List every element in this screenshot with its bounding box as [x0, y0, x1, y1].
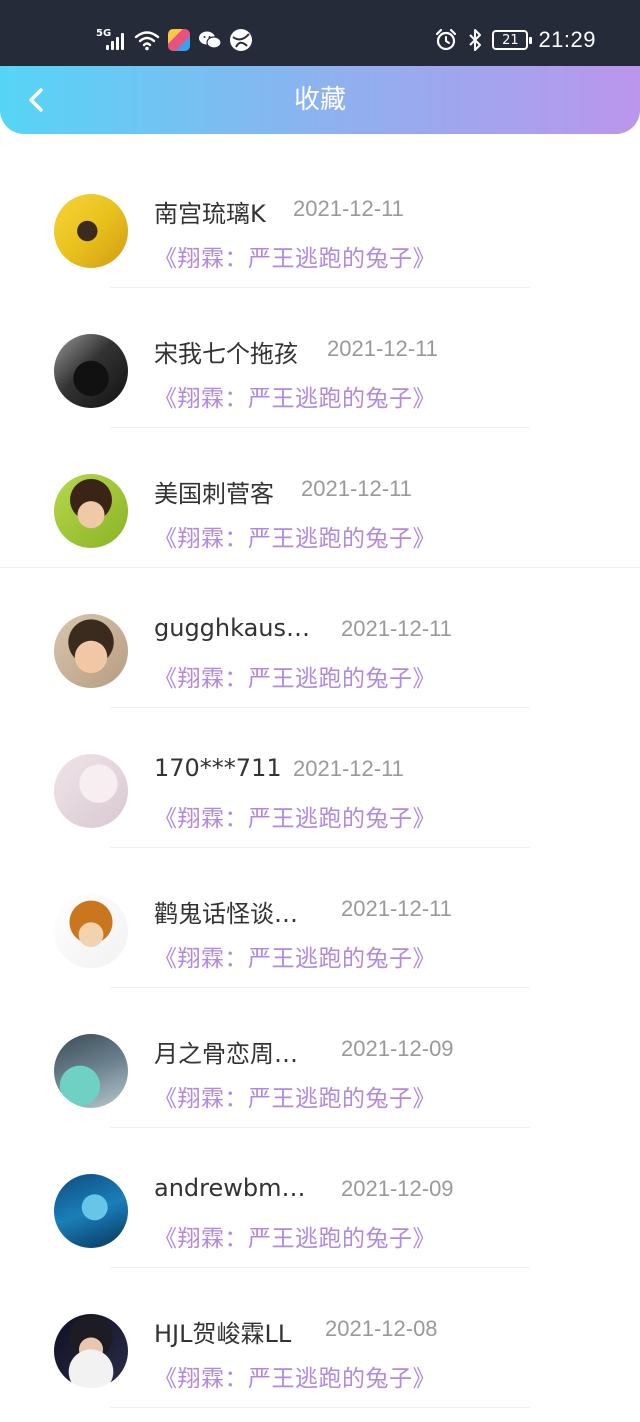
user-name: 鹳鬼话怪谈…	[154, 900, 298, 928]
divider	[110, 1407, 530, 1408]
user-name: andrewbm…	[154, 1174, 306, 1202]
avatar[interactable]	[54, 194, 128, 268]
user-name: 宋我七个拖孩	[154, 340, 298, 368]
status-icons-right: 21 21:29	[434, 26, 596, 54]
wechat-icon	[199, 31, 222, 49]
book-title[interactable]: 《翔霖：严王逃跑的兔子》	[154, 519, 436, 553]
list-item[interactable]: 170***711 2021-12-11 《翔霖：严王逃跑的兔子》	[0, 708, 640, 848]
book-title[interactable]: 《翔霖：严王逃跑的兔子》	[154, 939, 436, 973]
battery-level: 21	[502, 32, 519, 48]
favorite-date: 2021-12-11	[301, 476, 412, 501]
cellular-signal-icon: 5G	[96, 28, 126, 52]
list-item[interactable]: andrewbm… 2021-12-09 《翔霖：严王逃跑的兔子》	[0, 1128, 640, 1268]
wifi-icon	[134, 31, 160, 51]
avatar[interactable]	[54, 334, 128, 408]
avatar[interactable]	[54, 894, 128, 968]
avatar[interactable]	[54, 1034, 128, 1108]
favorite-date: 2021-12-09	[341, 1036, 454, 1061]
app-notification-icon	[168, 29, 190, 51]
favorite-date: 2021-12-11	[293, 196, 404, 221]
favorite-date: 2021-12-11	[327, 336, 438, 361]
browser-icon	[230, 29, 252, 51]
user-name: gugghkaus…	[154, 614, 311, 642]
list-item[interactable]: gugghkaus… 2021-12-11 《翔霖：严王逃跑的兔子》	[0, 568, 640, 708]
book-title[interactable]: 《翔霖：严王逃跑的兔子》	[154, 379, 436, 413]
book-title[interactable]: 《翔霖：严王逃跑的兔子》	[154, 1219, 436, 1253]
book-title[interactable]: 《翔霖：严王逃跑的兔子》	[154, 799, 436, 833]
user-name: 美国刺菅客	[154, 480, 274, 508]
favorite-date: 2021-12-09	[341, 1176, 454, 1201]
list-item[interactable]: 宋我七个拖孩 2021-12-11 《翔霖：严王逃跑的兔子》	[0, 288, 640, 428]
clock: 21:29	[538, 27, 596, 52]
favorite-date: 2021-12-11	[341, 896, 452, 921]
favorites-list: 南宫琉璃K 2021-12-11 《翔霖：严王逃跑的兔子》 宋我七个拖孩 202…	[0, 148, 640, 1408]
network-type: 5G	[96, 28, 112, 39]
favorite-date: 2021-12-08	[325, 1316, 438, 1341]
status-icons-left: 5G	[96, 26, 252, 54]
avatar[interactable]	[54, 754, 128, 828]
book-title[interactable]: 《翔霖：严王逃跑的兔子》	[154, 1359, 436, 1393]
book-title[interactable]: 《翔霖：严王逃跑的兔子》	[154, 659, 436, 693]
user-name: 南宫琉璃K	[154, 200, 266, 228]
battery-icon: 21	[492, 30, 533, 50]
avatar[interactable]	[54, 614, 128, 688]
list-item[interactable]: 鹳鬼话怪谈… 2021-12-11 《翔霖：严王逃跑的兔子》	[0, 848, 640, 988]
list-item[interactable]: 月之骨恋周… 2021-12-09 《翔霖：严王逃跑的兔子》	[0, 988, 640, 1128]
user-name: 170***711	[154, 754, 282, 782]
bluetooth-icon	[469, 29, 482, 51]
list-item[interactable]: 南宫琉璃K 2021-12-11 《翔霖：严王逃跑的兔子》	[0, 148, 640, 288]
user-name: HJL贺峻霖LL	[154, 1320, 292, 1348]
alarm-icon	[436, 28, 457, 51]
avatar[interactable]	[54, 1314, 128, 1388]
book-title[interactable]: 《翔霖：严王逃跑的兔子》	[154, 1079, 436, 1113]
list-item[interactable]: 美国刺菅客 2021-12-11 《翔霖：严王逃跑的兔子》	[0, 428, 640, 568]
favorite-date: 2021-12-11	[293, 756, 404, 781]
app-header: 收藏	[0, 66, 640, 134]
avatar[interactable]	[54, 1174, 128, 1248]
avatar[interactable]	[54, 474, 128, 548]
list-item[interactable]: HJL贺峻霖LL 2021-12-08 《翔霖：严王逃跑的兔子》	[0, 1268, 640, 1408]
favorite-date: 2021-12-11	[341, 616, 452, 641]
page-title: 收藏	[293, 85, 346, 115]
book-title[interactable]: 《翔霖：严王逃跑的兔子》	[154, 239, 436, 273]
user-name: 月之骨恋周…	[154, 1040, 298, 1068]
